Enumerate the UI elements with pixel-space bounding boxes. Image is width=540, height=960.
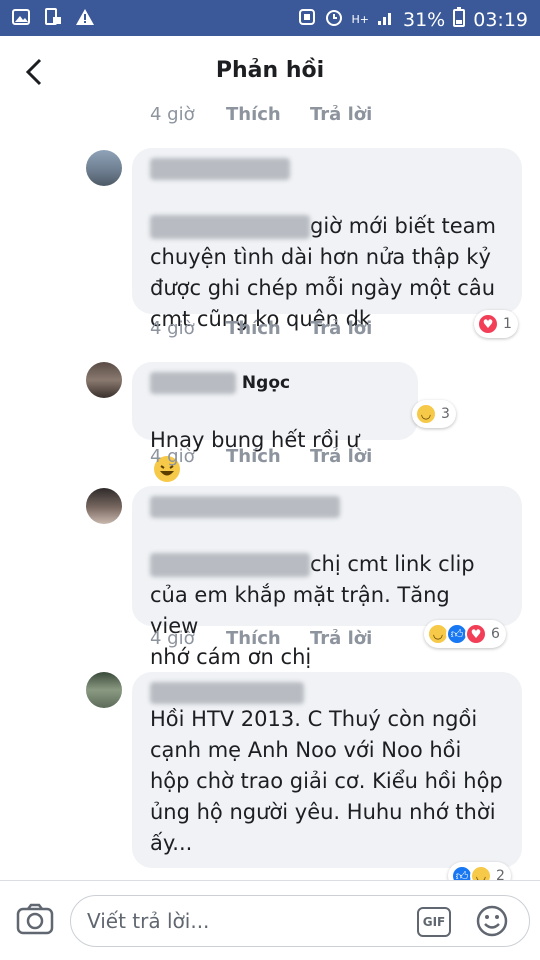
comment-text: giờ mới biết team chuyện tình dài hơn nử…	[150, 214, 496, 331]
comment-bubble: giờ mới biết team chuyện tình dài hơn nử…	[132, 148, 522, 331]
alarm-icon	[324, 7, 344, 32]
gallery-icon	[10, 6, 32, 28]
author-name-blurred[interactable]	[150, 158, 504, 180]
reply-link[interactable]: Trả lời	[310, 318, 372, 339]
avatar[interactable]	[86, 362, 122, 398]
comment-time: 4 giờ	[150, 628, 195, 649]
comment-meta: 4 giờ Thích Trả lời	[150, 628, 372, 649]
avatar[interactable]	[86, 150, 122, 186]
blurred-text	[150, 215, 310, 239]
reply-composer: GIF	[0, 880, 540, 960]
sim-icon	[298, 8, 316, 31]
reply-link[interactable]: Trả lời	[310, 628, 372, 649]
smiley-icon	[476, 905, 508, 937]
reaction-count: 1	[503, 316, 512, 332]
signal-icon	[377, 9, 395, 31]
comment-text: Hồi HTV 2013. C Thuý còn ngồi cạnh mẹ An…	[150, 707, 503, 855]
love-reaction-icon: ♥	[477, 313, 499, 335]
system-indicators: H+ 31% 03:19	[298, 7, 528, 32]
like-link[interactable]: Thích	[226, 104, 310, 125]
comment-time: 4 giờ	[150, 446, 195, 467]
comment-meta: 4 giờ Thích Trả lời	[150, 446, 372, 467]
like-link[interactable]: Thích	[226, 446, 310, 467]
clock: 03:19	[473, 8, 528, 31]
gif-button[interactable]: GIF	[417, 907, 451, 937]
top-bar: Phản hồi	[0, 36, 540, 108]
author-name-blurred[interactable]	[150, 682, 504, 704]
comment-meta: 4 giờ Thích Trả lời	[150, 318, 372, 339]
like-link[interactable]: Thích	[226, 628, 310, 649]
comment-time: 4 giờ	[150, 318, 195, 339]
camera-icon	[16, 903, 54, 935]
like-link[interactable]: Thích	[226, 318, 310, 339]
reaction-count: 3	[441, 406, 450, 422]
reaction-summary[interactable]: ◡ 👍︎ ♥ 6	[424, 620, 506, 648]
parent-comment-meta: 4 giờ Thích Trả lời	[150, 104, 372, 125]
reaction-summary[interactable]: ♥ 1	[474, 310, 518, 338]
file-lock-icon	[42, 6, 64, 28]
author-name-blurred[interactable]	[150, 496, 504, 518]
reply-input[interactable]	[87, 906, 387, 936]
comment-bubble: chị cmt link clip của em khắp mặt trận. …	[132, 486, 522, 699]
haha-reaction-icon: ◡	[415, 403, 437, 425]
notification-icons	[10, 6, 96, 28]
reaction-count: 6	[491, 626, 500, 642]
blurred-name	[150, 682, 304, 704]
blurred-name	[150, 496, 340, 518]
network-type: H+	[351, 13, 370, 26]
author-name[interactable]: Ngọc	[150, 372, 400, 394]
reply-link[interactable]: Trả lời	[310, 446, 372, 467]
battery-icon	[453, 7, 466, 32]
page-title: Phản hồi	[215, 58, 325, 83]
avatar[interactable]	[86, 672, 122, 708]
blurred-name	[150, 158, 290, 180]
love-reaction-icon: ♥	[465, 623, 487, 645]
avatar[interactable]	[86, 488, 122, 524]
blurred-text	[150, 553, 310, 577]
battery-level: 31%	[403, 8, 446, 31]
status-bar: H+ 31% 03:19	[0, 0, 540, 36]
reply-input-wrapper: GIF	[70, 895, 530, 947]
blurred-name	[150, 372, 236, 394]
comment-bubble: Hồi HTV 2013. C Thuý còn ngồi cạnh mẹ An…	[132, 672, 522, 868]
warning-icon	[74, 6, 96, 28]
reaction-summary[interactable]: ◡ 3	[412, 400, 456, 428]
sticker-button[interactable]	[475, 904, 509, 938]
reply-link[interactable]: Trả lời	[310, 104, 372, 125]
comment-bubble: Ngọc Hnay bung hết rồi ư	[132, 362, 418, 482]
comment-time: 4 giờ	[150, 104, 195, 125]
camera-button[interactable]	[16, 903, 56, 937]
